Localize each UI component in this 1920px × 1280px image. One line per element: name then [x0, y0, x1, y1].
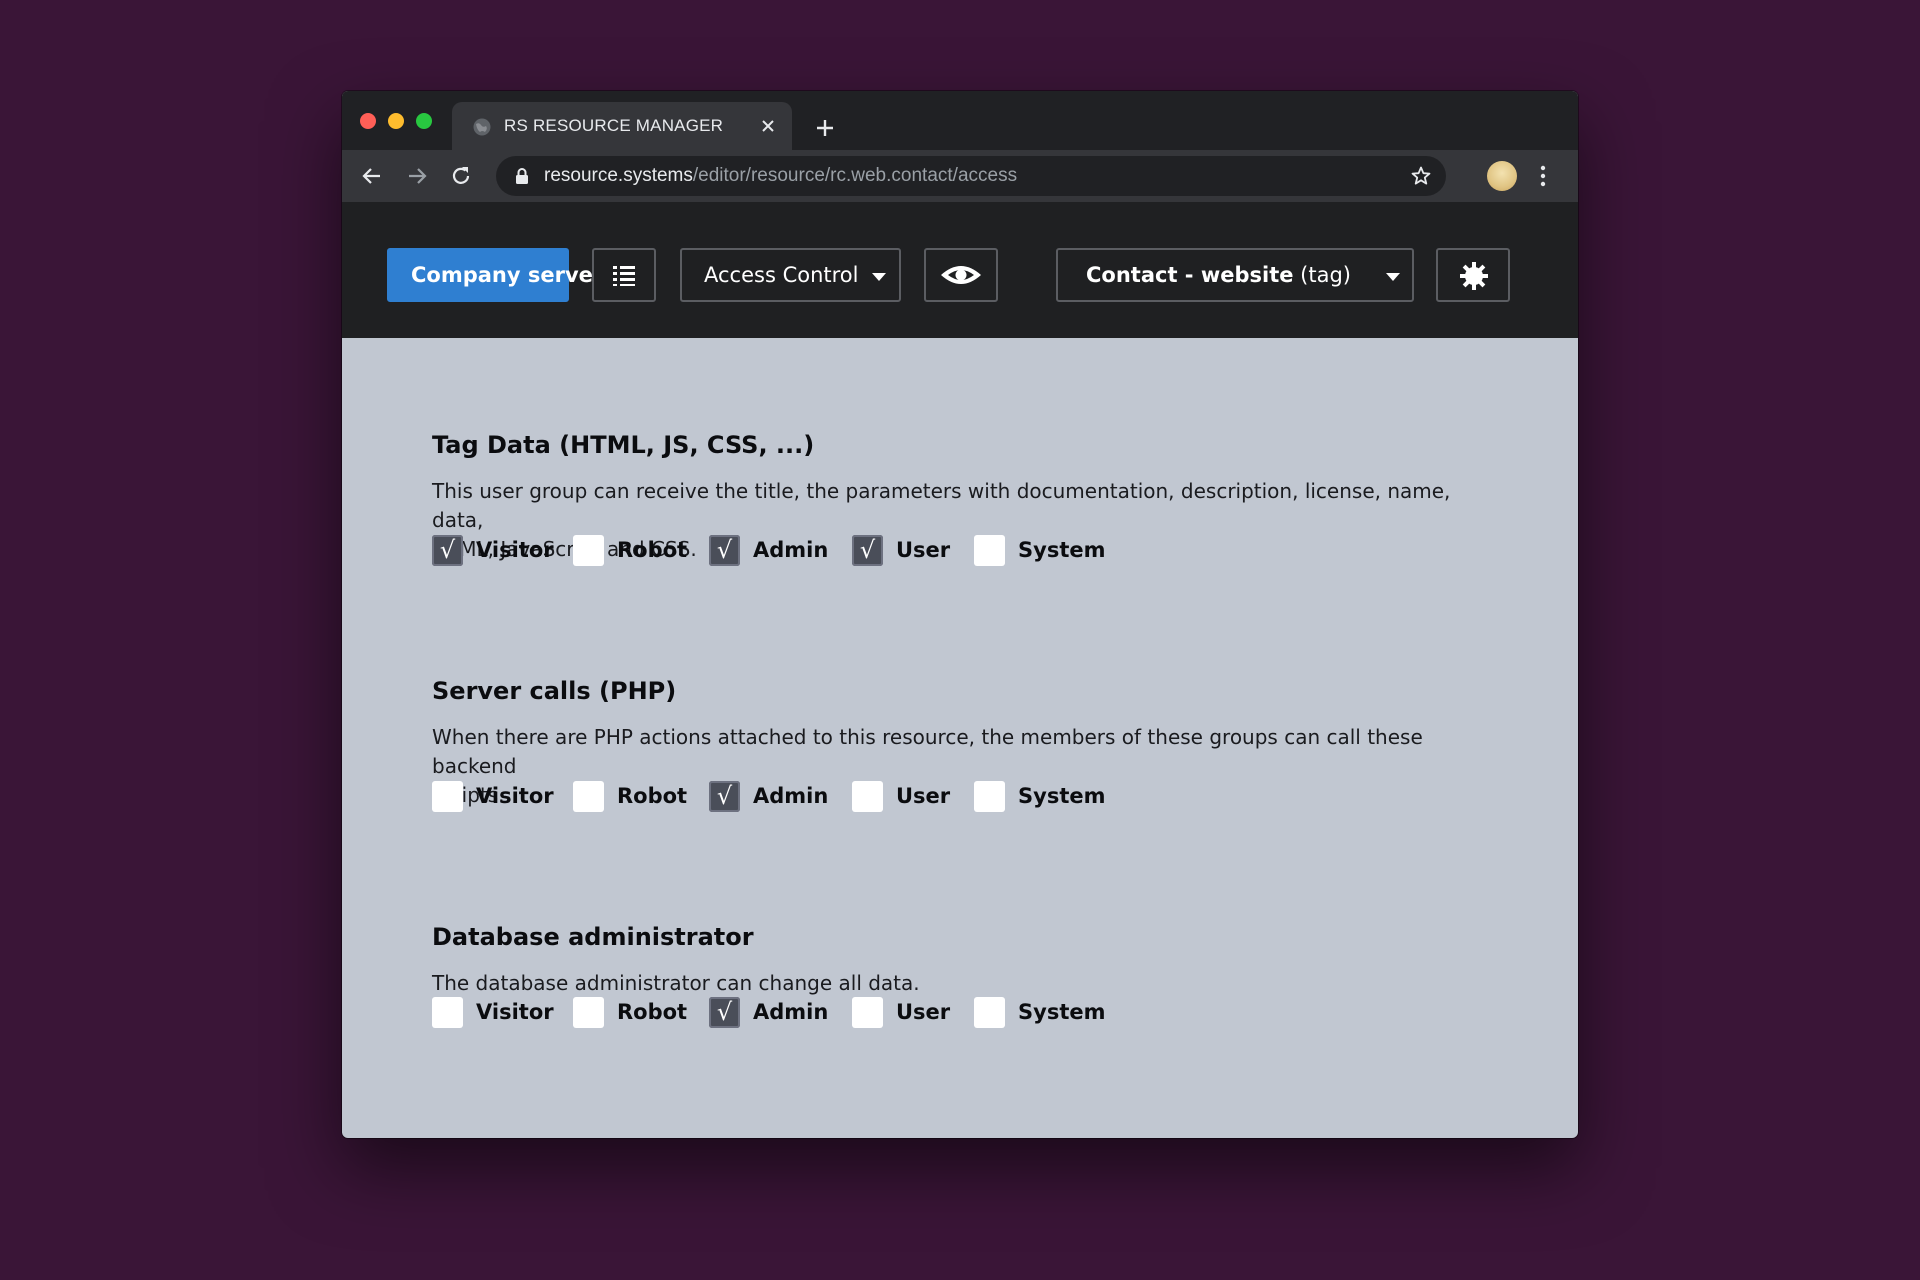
- access-control-dropdown[interactable]: Access Control: [680, 248, 901, 302]
- resource-dropdown[interactable]: Contact - website (tag): [1056, 248, 1414, 302]
- checkmark-icon: √: [716, 782, 733, 810]
- list-view-button[interactable]: [592, 248, 656, 302]
- gear-icon: [1460, 262, 1488, 290]
- section-title: Tag Data (HTML, JS, CSS, ...): [432, 431, 815, 459]
- checkbox-label-admin[interactable]: Admin: [753, 538, 828, 562]
- checkbox-label-system[interactable]: System: [1018, 784, 1105, 808]
- checkbox-system[interactable]: [974, 997, 1005, 1028]
- checkbox-label-robot[interactable]: Robot: [617, 1000, 687, 1024]
- access-control-label: Access Control: [704, 263, 859, 287]
- minimize-window-button[interactable]: [388, 113, 404, 129]
- navigation-bar: resource.systems/editor/resource/rc.web.…: [342, 150, 1578, 202]
- checkbox-label-visitor[interactable]: Visitor: [476, 1000, 554, 1024]
- checkbox-user[interactable]: [852, 997, 883, 1028]
- app-toolbar: Company server Access Control Contact - …: [342, 202, 1578, 338]
- preview-button[interactable]: [924, 248, 998, 302]
- profile-avatar[interactable]: [1487, 161, 1517, 191]
- reload-icon[interactable]: [448, 163, 474, 189]
- checkbox-user[interactable]: √: [852, 535, 883, 566]
- browser-tab[interactable]: RS RESOURCE MANAGER: [452, 102, 792, 150]
- checkbox-robot[interactable]: [573, 997, 604, 1028]
- section-title: Database administrator: [432, 923, 754, 951]
- url-path: /editor/resource/rc.web.contact/access: [692, 165, 1018, 186]
- url-host: resource.systems: [544, 165, 693, 186]
- access-control-content: Tag Data (HTML, JS, CSS, ...) This user g…: [342, 338, 1578, 1138]
- checkbox-visitor[interactable]: [432, 781, 463, 812]
- checkbox-admin[interactable]: √: [709, 997, 740, 1028]
- checkbox-visitor[interactable]: [432, 997, 463, 1028]
- url-text: resource.systems/editor/resource/rc.web.…: [544, 165, 1017, 187]
- address-bar[interactable]: resource.systems/editor/resource/rc.web.…: [496, 156, 1446, 196]
- checkbox-visitor[interactable]: √: [432, 535, 463, 566]
- back-arrow-icon[interactable]: [359, 163, 385, 189]
- checkbox-label-robot[interactable]: Robot: [617, 538, 687, 562]
- checkbox-label-robot[interactable]: Robot: [617, 784, 687, 808]
- checkbox-label-user[interactable]: User: [896, 784, 950, 808]
- list-icon: [613, 266, 635, 286]
- description-line: This user group can receive the title, t…: [432, 479, 1451, 532]
- checkbox-label-admin[interactable]: Admin: [753, 1000, 828, 1024]
- maximize-window-button[interactable]: [416, 113, 432, 129]
- checkbox-admin[interactable]: √: [709, 535, 740, 566]
- checkbox-robot[interactable]: [573, 781, 604, 812]
- checkbox-system[interactable]: [974, 781, 1005, 812]
- group-checkbox-row: Visitor Robot √ Admin User System: [432, 781, 1132, 815]
- description-line: When there are PHP actions attached to t…: [432, 725, 1423, 778]
- resource-label: Contact - website (tag): [1086, 263, 1351, 287]
- checkbox-user[interactable]: [852, 781, 883, 812]
- title-bar: RS RESOURCE MANAGER: [342, 91, 1578, 150]
- checkbox-label-visitor[interactable]: Visitor: [476, 784, 554, 808]
- checkbox-label-system[interactable]: System: [1018, 538, 1105, 562]
- checkbox-label-user[interactable]: User: [896, 1000, 950, 1024]
- chevron-down-icon: [1386, 273, 1400, 281]
- chevron-down-icon: [872, 273, 886, 281]
- checkbox-label-user[interactable]: User: [896, 538, 950, 562]
- forward-arrow-icon[interactable]: [404, 163, 430, 189]
- checkbox-label-admin[interactable]: Admin: [753, 784, 828, 808]
- checkmark-icon: √: [859, 536, 876, 564]
- bookmark-star-icon[interactable]: [1410, 165, 1432, 187]
- globe-icon: [473, 118, 491, 136]
- checkbox-admin[interactable]: √: [709, 781, 740, 812]
- company-server-label: Company server: [411, 263, 604, 287]
- eye-icon: [941, 266, 981, 284]
- close-tab-icon[interactable]: [758, 116, 778, 136]
- tab-title: RS RESOURCE MANAGER: [504, 116, 724, 135]
- resource-type: (tag): [1293, 263, 1351, 287]
- close-window-button[interactable]: [360, 113, 376, 129]
- lock-icon: [516, 168, 528, 184]
- new-tab-icon[interactable]: [812, 115, 838, 141]
- checkbox-label-system[interactable]: System: [1018, 1000, 1105, 1024]
- checkmark-icon: √: [716, 998, 733, 1026]
- group-checkbox-row: Visitor Robot √ Admin User System: [432, 997, 1132, 1031]
- section-title: Server calls (PHP): [432, 677, 677, 705]
- browser-window: RS RESOURCE MANAGER resource.systems/edi…: [342, 91, 1578, 1138]
- browser-menu-icon[interactable]: [1538, 162, 1548, 190]
- group-checkbox-row: √ Visitor Robot √ Admin √ User System: [432, 535, 1132, 569]
- checkbox-label-visitor[interactable]: Visitor: [476, 538, 554, 562]
- checkbox-system[interactable]: [974, 535, 1005, 566]
- checkmark-icon: √: [716, 536, 733, 564]
- company-server-button[interactable]: Company server: [387, 248, 603, 302]
- description-line: The database administrator can change al…: [432, 971, 920, 995]
- settings-button[interactable]: [1436, 248, 1510, 302]
- section-description: The database administrator can change al…: [432, 969, 1472, 998]
- checkbox-robot[interactable]: [573, 535, 604, 566]
- checkmark-icon: √: [439, 536, 456, 564]
- resource-name: Contact - website: [1086, 263, 1294, 287]
